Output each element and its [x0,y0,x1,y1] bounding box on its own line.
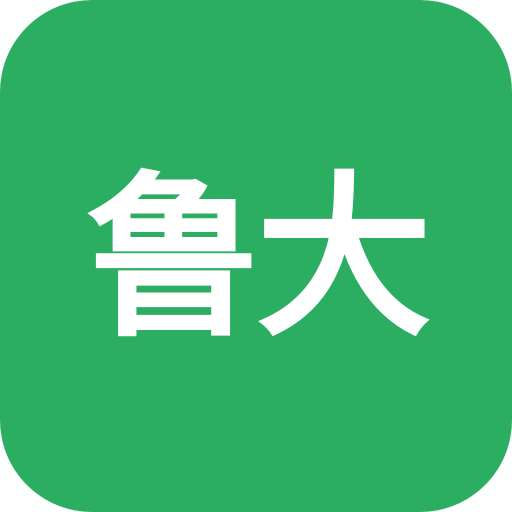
app-icon[interactable]: 鲁大 [0,0,512,512]
app-icon-label: 鲁大 [85,156,432,361]
